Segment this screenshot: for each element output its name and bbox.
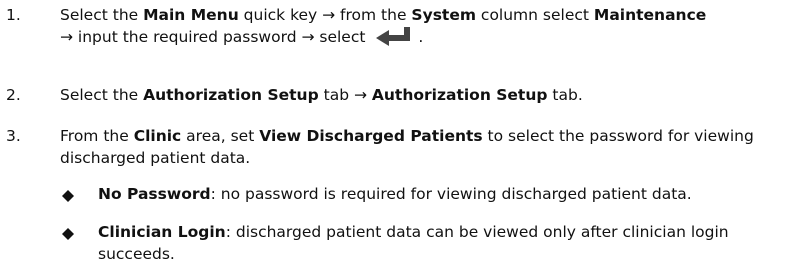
step-number: 3. [6, 127, 21, 145]
step-text: Select the Authorization Setup tab → Aut… [60, 84, 785, 106]
ui-term: Clinic [133, 127, 182, 145]
diamond-bullet-icon [62, 226, 74, 240]
step-number: 2. [6, 86, 21, 104]
ui-term: Main Menu [143, 6, 239, 24]
text-run: . [418, 28, 424, 46]
text-run: quick key → from the [238, 6, 412, 24]
ui-term: System [411, 6, 476, 24]
ui-term: Maintenance [593, 6, 707, 24]
text-run: tab → [318, 86, 372, 104]
ui-term: View Discharged Patients [259, 127, 483, 145]
text-run: From the [60, 127, 134, 145]
bullet-text: Clinician Login: discharged patient data… [98, 221, 785, 265]
text-run: → input the required password → select [60, 28, 371, 46]
enter-key-icon [376, 26, 416, 52]
option-term: No Password [98, 185, 211, 203]
text-run: column select [476, 6, 594, 24]
step-number: 1. [6, 6, 21, 24]
step-text: Select the Main Menu quick key → from th… [60, 4, 785, 52]
option-term: Clinician Login [98, 223, 226, 241]
diamond-bullet-icon [62, 188, 74, 202]
option-description: : no password is required for viewing di… [210, 185, 692, 203]
text-run: Select the [60, 86, 144, 104]
ui-term: Authorization Setup [143, 86, 319, 104]
ui-term: Authorization Setup [371, 86, 548, 104]
text-run: area, set [181, 127, 260, 145]
text-run: tab. [547, 86, 583, 104]
step-text: From the Clinic area, set View Discharge… [60, 125, 785, 169]
bullet-text: No Password: no password is required for… [98, 183, 785, 205]
text-run: Select the [60, 6, 144, 24]
